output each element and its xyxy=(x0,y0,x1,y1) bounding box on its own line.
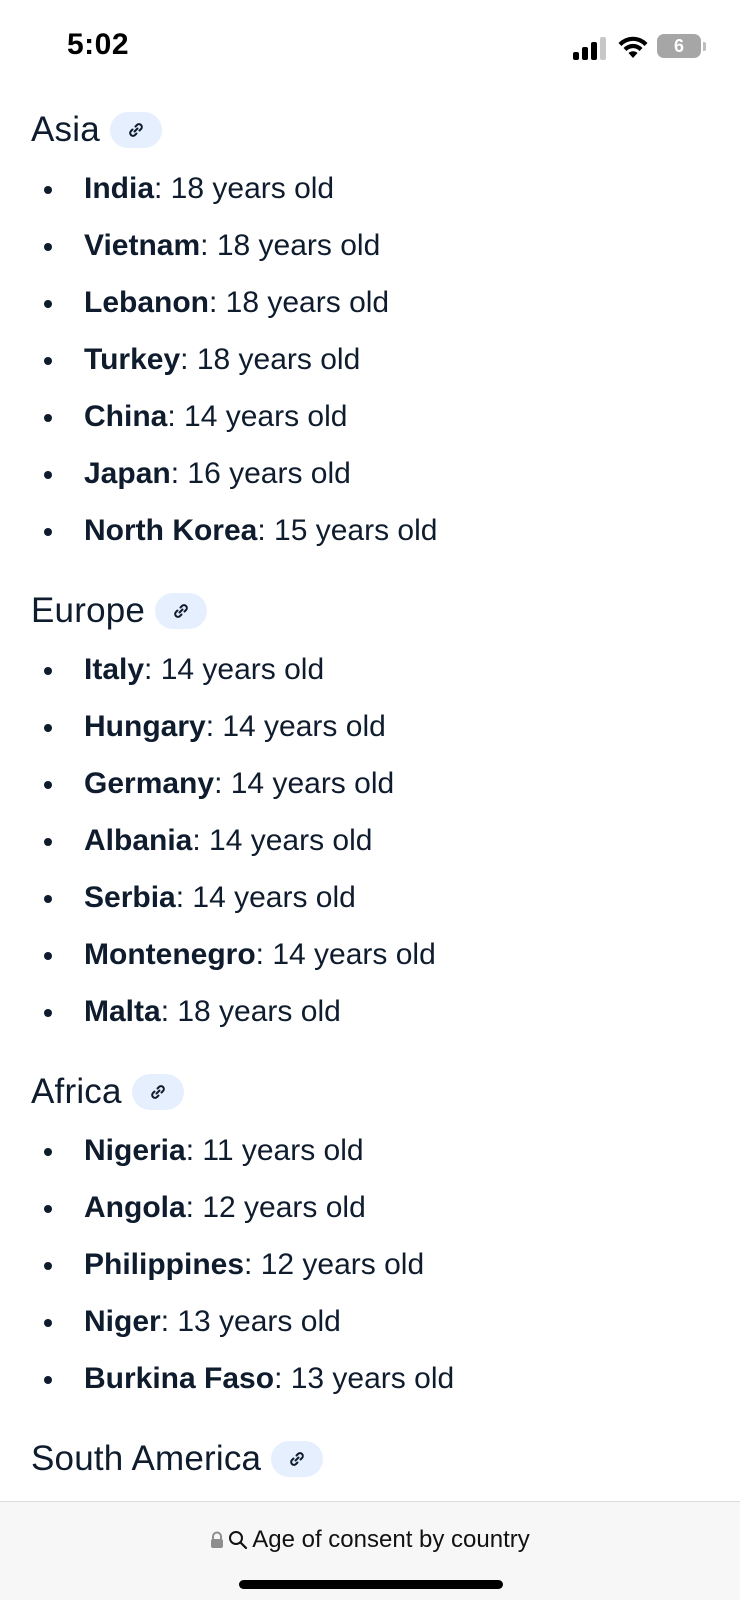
list-item: Montenegro: 14 years old xyxy=(0,926,740,983)
list-item: Burkina Faso: 13 years old xyxy=(0,1350,740,1407)
section-heading: Europe xyxy=(0,581,740,641)
country-name: Angola xyxy=(84,1191,186,1224)
country-name: Vietnam xyxy=(84,229,201,262)
list-item: Albania: 14 years old xyxy=(0,812,740,869)
url-text: Age of consent by country xyxy=(252,1526,530,1553)
list-item: Niger: 13 years old xyxy=(0,1293,740,1350)
link-icon xyxy=(287,1449,307,1469)
link-icon xyxy=(148,1082,168,1102)
list-item: Serbia: 14 years old xyxy=(0,869,740,926)
country-name: Philippines xyxy=(84,1248,245,1281)
age-value: : 16 years old xyxy=(170,457,351,490)
age-value: : 18 years old xyxy=(154,172,335,205)
country-name: Turkey xyxy=(84,343,181,376)
list-item: Vietnam: 18 years old xyxy=(0,217,740,274)
list-item: Turkey: 18 years old xyxy=(0,331,740,388)
age-value: : 14 years old xyxy=(255,938,436,971)
section-heading: South America xyxy=(0,1429,740,1489)
country-name: Albania xyxy=(84,824,193,857)
age-value: : 15 years old xyxy=(257,514,438,547)
section-link-button[interactable] xyxy=(131,1074,184,1110)
age-value: : 18 years old xyxy=(200,229,381,262)
list-item: Philippines: 12 years old xyxy=(0,1236,740,1293)
link-icon xyxy=(171,601,191,621)
list-item: Nigeria: 11 years old xyxy=(0,1122,740,1179)
article-content: Asia India: 18 years old Vietnam: 18 years… xyxy=(0,100,740,1489)
list-item: Germany: 14 years old xyxy=(0,755,740,812)
age-value: : 11 years old xyxy=(185,1134,364,1167)
search-icon xyxy=(228,1530,248,1550)
country-list: Italy: 14 years old Hungary: 14 years old… xyxy=(0,641,740,1040)
country-name: Germany xyxy=(84,767,215,800)
wifi-icon xyxy=(617,34,649,60)
country-name: India xyxy=(84,172,155,205)
age-value: : 18 years old xyxy=(180,343,361,376)
list-item: Lebanon: 18 years old xyxy=(0,274,740,331)
section-title: Asia xyxy=(31,110,100,149)
age-value: : 12 years old xyxy=(244,1248,425,1281)
battery-icon: 6 xyxy=(657,34,701,58)
section-link-button[interactable] xyxy=(109,112,162,148)
country-name: Nigeria xyxy=(84,1134,186,1167)
lock-icon xyxy=(210,1531,224,1549)
list-item: Italy: 14 years old xyxy=(0,641,740,698)
country-name: Malta xyxy=(84,995,161,1028)
country-name: Montenegro xyxy=(84,938,256,971)
country-name: Hungary xyxy=(84,710,206,743)
section-heading: Asia xyxy=(0,100,740,160)
section-europe: Europe Italy: 14 years old Hungary: 14 yea… xyxy=(0,581,740,1040)
home-indicator[interactable] xyxy=(239,1580,503,1589)
browser-address-bar[interactable]: Age of consent by country xyxy=(0,1501,740,1600)
list-item: Malta: 18 years old xyxy=(0,983,740,1040)
section-africa: Africa Nigeria: 11 years old Angola: 12 ye… xyxy=(0,1062,740,1407)
link-icon xyxy=(126,120,146,140)
status-time: 5:02 xyxy=(67,28,130,61)
list-item: India: 18 years old xyxy=(0,160,740,217)
country-name: China xyxy=(84,400,168,433)
age-value: : 14 years old xyxy=(167,400,348,433)
section-title: Europe xyxy=(31,591,146,630)
section-asia: Asia India: 18 years old Vietnam: 18 years… xyxy=(0,100,740,559)
url-row[interactable]: Age of consent by country xyxy=(0,1522,740,1558)
page: 5:02 6 Asia India: 18 years old Vietnam: 1… xyxy=(0,0,740,1600)
battery-cap xyxy=(703,42,706,51)
age-value: : 12 years old xyxy=(185,1191,366,1224)
age-value: : 13 years old xyxy=(274,1362,455,1395)
country-name: Japan xyxy=(84,457,171,490)
age-value: : 13 years old xyxy=(160,1305,341,1338)
country-name: North Korea xyxy=(84,514,258,547)
list-item: Hungary: 14 years old xyxy=(0,698,740,755)
country-name: Lebanon xyxy=(84,286,209,319)
age-value: : 14 years old xyxy=(175,881,356,914)
country-name: Italy xyxy=(84,653,145,686)
section-south-america: South America xyxy=(0,1429,740,1489)
age-value: : 14 years old xyxy=(192,824,373,857)
list-item: Japan: 16 years old xyxy=(0,445,740,502)
country-list: Nigeria: 11 years old Angola: 12 years ol… xyxy=(0,1122,740,1407)
country-name: Serbia xyxy=(84,881,176,914)
age-value: : 14 years old xyxy=(144,653,325,686)
list-item: Angola: 12 years old xyxy=(0,1179,740,1236)
list-item: China: 14 years old xyxy=(0,388,740,445)
country-name: Burkina Faso xyxy=(84,1362,275,1395)
age-value: : 14 years old xyxy=(214,767,395,800)
section-title: Africa xyxy=(31,1072,122,1111)
age-value: : 14 years old xyxy=(205,710,386,743)
list-item: North Korea: 15 years old xyxy=(0,502,740,559)
cellular-signal-icon xyxy=(573,36,609,60)
status-bar: 5:02 6 xyxy=(0,0,740,92)
age-value: : 18 years old xyxy=(209,286,390,319)
age-value: : 18 years old xyxy=(160,995,341,1028)
section-link-button[interactable] xyxy=(155,593,208,629)
section-link-button[interactable] xyxy=(271,1441,324,1477)
section-heading: Africa xyxy=(0,1062,740,1122)
country-name: Niger xyxy=(84,1305,161,1338)
section-title: South America xyxy=(31,1439,262,1478)
country-list: India: 18 years old Vietnam: 18 years old… xyxy=(0,160,740,559)
